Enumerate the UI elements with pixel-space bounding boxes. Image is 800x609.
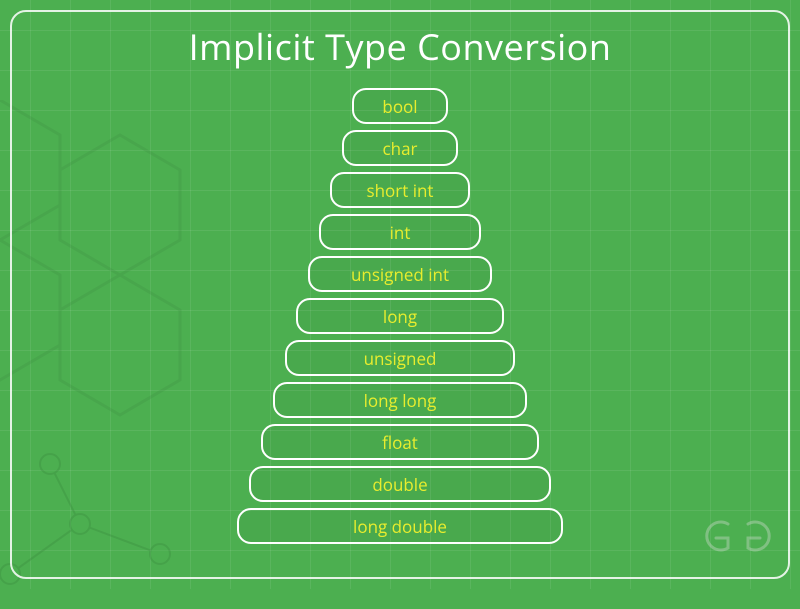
- type-box: char: [342, 130, 458, 166]
- diagram-title: Implicit Type Conversion: [0, 22, 800, 71]
- type-hierarchy-stack: bool char short int int unsigned int long unsi…: [0, 88, 800, 544]
- type-box: float: [261, 424, 539, 460]
- type-box: double: [249, 466, 551, 502]
- type-label: long long: [364, 389, 437, 412]
- type-box: unsigned: [285, 340, 515, 376]
- type-label: int: [390, 221, 411, 244]
- type-box: unsigned int: [308, 256, 492, 292]
- type-box: short int: [330, 172, 470, 208]
- type-label: unsigned: [364, 347, 437, 370]
- type-label: bool: [382, 95, 417, 118]
- watermark-logo: [702, 516, 774, 561]
- type-label: char: [383, 137, 418, 160]
- type-label: float: [382, 431, 418, 454]
- type-label: unsigned int: [351, 263, 449, 286]
- type-label: long: [383, 305, 417, 328]
- type-box: long double: [237, 508, 563, 544]
- type-box: int: [319, 214, 481, 250]
- type-label: long double: [353, 515, 447, 538]
- type-box: long long: [273, 382, 527, 418]
- type-box: bool: [352, 88, 448, 124]
- type-label: short int: [367, 179, 434, 202]
- type-box: long: [296, 298, 504, 334]
- type-label: double: [372, 473, 427, 496]
